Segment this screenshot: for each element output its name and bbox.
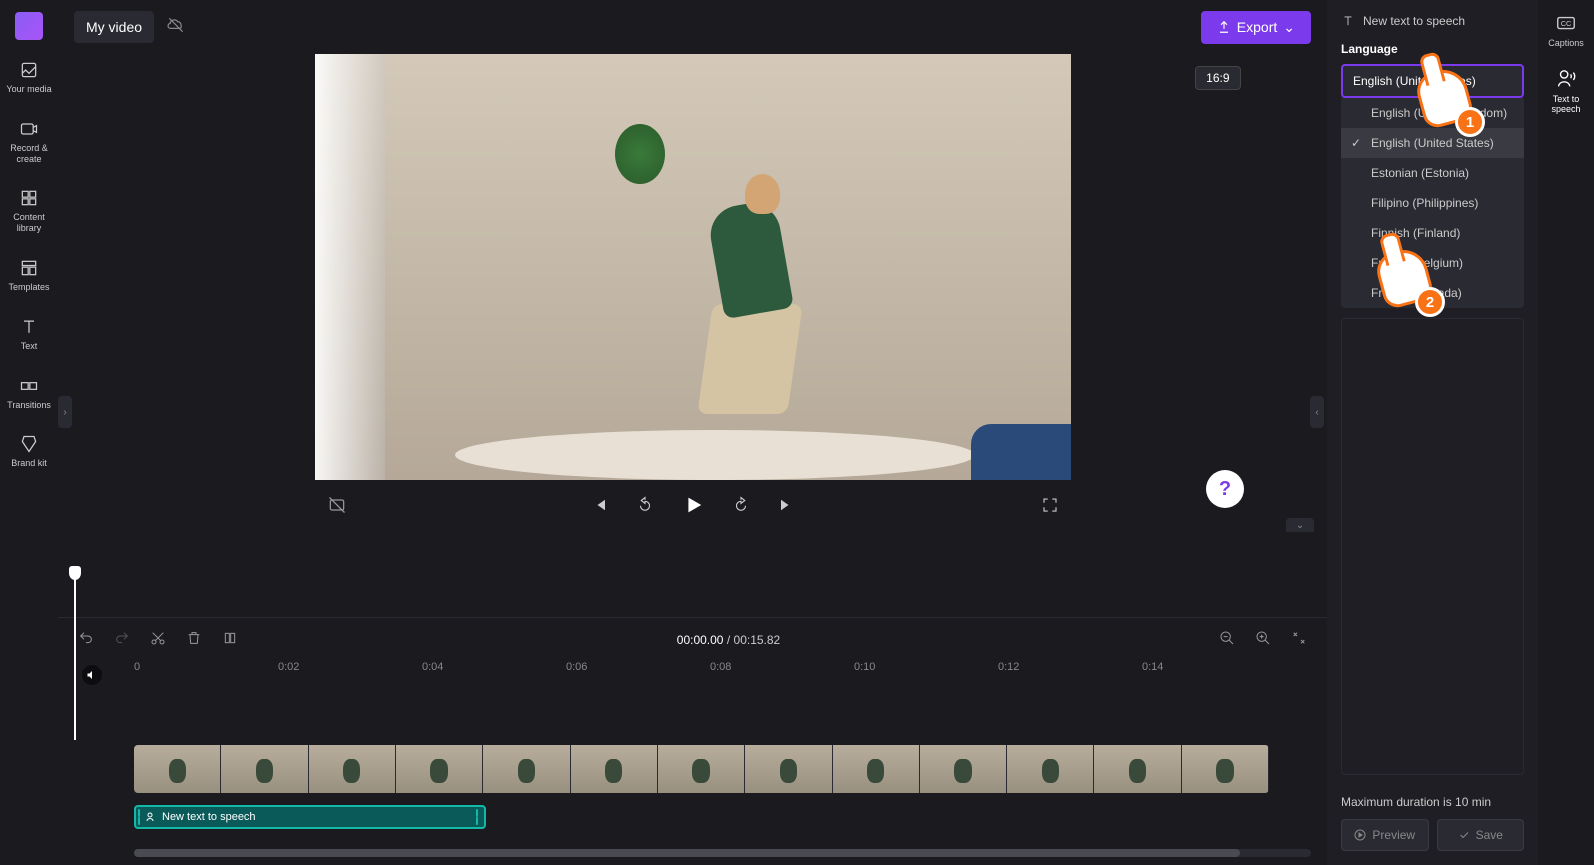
sidebar-record-create[interactable]: Record & create <box>0 115 58 169</box>
max-duration-label: Maximum duration is 10 min <box>1327 785 1538 819</box>
zoom-in-button[interactable] <box>1251 626 1275 653</box>
tts-track-clip[interactable]: New text to speech <box>134 805 486 829</box>
text-icon <box>1341 14 1355 28</box>
preview-area: 16:9 <box>58 54 1327 617</box>
cut-button[interactable] <box>146 626 170 653</box>
disable-preview-button[interactable] <box>327 495 347 515</box>
duration: 00:15.82 <box>734 633 781 647</box>
lang-option[interactable]: English (United States) <box>1341 128 1524 158</box>
left-sidebar: Your media Record & create Content libra… <box>0 0 58 865</box>
tts-clip-label: New text to speech <box>162 811 256 823</box>
sidebar-label: Your media <box>6 84 51 95</box>
captions-button[interactable]: CC Captions <box>1548 12 1584 48</box>
skip-start-button[interactable] <box>590 496 608 514</box>
lang-option[interactable]: Finnish (Finland) <box>1341 218 1524 248</box>
timestamp-display: 00:00.00 / 00:15.82 <box>254 633 1203 647</box>
tts-button[interactable]: Text to speech <box>1538 68 1594 114</box>
split-button[interactable] <box>218 626 242 653</box>
sidebar-label: Templates <box>8 282 49 293</box>
redo-button[interactable] <box>110 626 134 653</box>
zoom-out-button[interactable] <box>1215 626 1239 653</box>
sidebar-templates[interactable]: Templates <box>4 254 53 297</box>
expand-left-icon[interactable]: › <box>58 396 72 428</box>
forward-button[interactable] <box>732 496 750 514</box>
playhead[interactable] <box>74 570 76 740</box>
undo-button[interactable] <box>74 626 98 653</box>
export-button[interactable]: Export ⌄ <box>1201 11 1311 44</box>
text-input-area[interactable] <box>1341 318 1524 775</box>
rewind-button[interactable] <box>636 496 654 514</box>
aspect-ratio-badge[interactable]: 16:9 <box>1195 66 1240 90</box>
export-label: Export <box>1237 19 1277 35</box>
help-button[interactable]: ? <box>1206 470 1244 508</box>
sidebar-label: Brand kit <box>11 458 47 469</box>
panel-header: New text to speech <box>1327 14 1538 42</box>
play-icon <box>1354 829 1366 841</box>
sidebar-text[interactable]: Text <box>15 313 43 356</box>
play-button[interactable] <box>682 494 704 516</box>
main-area: Export ⌄ <box>58 0 1327 865</box>
language-label: Language <box>1327 42 1538 64</box>
chevron-down-icon: ⌄ <box>1283 19 1295 36</box>
check-icon <box>1458 829 1470 841</box>
right-panel: New text to speech Language English (Uni… <box>1327 0 1538 865</box>
expand-right-icon[interactable]: ‹ <box>1310 396 1324 428</box>
video-preview[interactable] <box>315 54 1071 480</box>
svg-text:CC: CC <box>1561 19 1572 28</box>
lang-option[interactable]: French (Belgium) <box>1341 248 1524 278</box>
panel-actions: Preview Save <box>1327 819 1538 851</box>
sidebar-label: Record & create <box>4 143 54 165</box>
captions-label: Captions <box>1548 38 1584 48</box>
delete-button[interactable] <box>182 626 206 653</box>
preview-button[interactable]: Preview <box>1341 819 1429 851</box>
tts-label: Text to speech <box>1538 94 1594 114</box>
video-title-input[interactable] <box>74 11 154 43</box>
language-dropdown: English (United Kingdom) English (United… <box>1341 98 1524 308</box>
lang-option[interactable]: Filipino (Philippines) <box>1341 188 1524 218</box>
tts-icon <box>1555 68 1577 90</box>
current-time: 00:00.00 <box>677 633 724 647</box>
app-logo[interactable] <box>15 12 43 40</box>
timeline-tracks: New text to speech <box>58 681 1327 829</box>
sidebar-label: Content library <box>4 212 54 234</box>
clip-handle-left[interactable] <box>138 809 144 825</box>
topbar: Export ⌄ <box>58 0 1327 54</box>
sidebar-brand-kit[interactable]: Brand kit <box>7 430 51 473</box>
video-track-clip[interactable] <box>134 745 1269 793</box>
clip-handle-right[interactable] <box>476 809 482 825</box>
language-select[interactable]: English (United States) <box>1341 64 1524 98</box>
timeline-area: 00:00.00 / 00:15.82 0 0:02 0:04 0:06 0:0… <box>58 617 1327 865</box>
sidebar-label: Text <box>21 341 38 352</box>
panel-title: New text to speech <box>1363 14 1465 28</box>
sidebar-transitions[interactable]: Transitions <box>3 372 55 415</box>
sidebar-your-media[interactable]: Your media <box>2 56 55 99</box>
collapse-panel-icon[interactable]: ⌄ <box>1286 518 1314 532</box>
lang-option[interactable]: English (United Kingdom) <box>1341 98 1524 128</box>
tts-icon <box>144 811 156 823</box>
timeline-scrollbar[interactable] <box>134 849 1311 857</box>
skip-end-button[interactable] <box>778 496 796 514</box>
captions-icon: CC <box>1555 12 1577 34</box>
fit-button[interactable] <box>1287 626 1311 653</box>
sidebar-label: Transitions <box>7 400 51 411</box>
lang-option[interactable]: French (Canada) <box>1341 278 1524 308</box>
audio-icon[interactable] <box>82 665 102 685</box>
far-right-sidebar: CC Captions Text to speech <box>1538 0 1594 865</box>
player-controls <box>315 480 1071 530</box>
save-button[interactable]: Save <box>1437 819 1525 851</box>
scrollbar-thumb[interactable] <box>134 849 1240 857</box>
sidebar-content-library[interactable]: Content library <box>0 184 58 238</box>
timeline-toolbar: 00:00.00 / 00:15.82 <box>58 618 1327 661</box>
timeline-ruler[interactable]: 0 0:02 0:04 0:06 0:08 0:10 0:12 0:14 <box>58 661 1327 681</box>
cloud-sync-icon[interactable] <box>166 15 186 40</box>
lang-option[interactable]: Estonian (Estonia) <box>1341 158 1524 188</box>
upload-icon <box>1217 20 1231 34</box>
fullscreen-button[interactable] <box>1041 496 1059 514</box>
